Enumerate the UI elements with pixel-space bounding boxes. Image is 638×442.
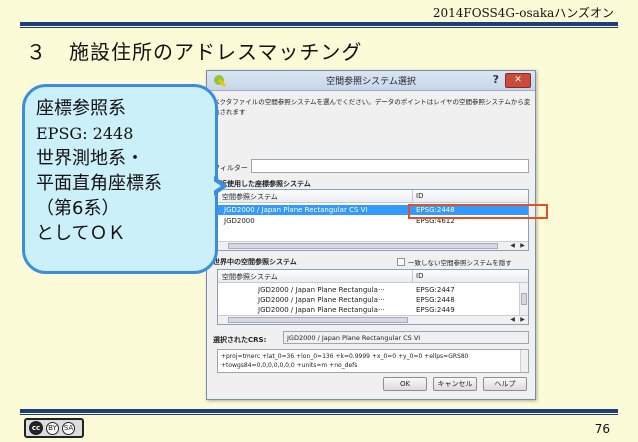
slide-title-text: 施設住所のアドレスマッチング [69,40,363,64]
proj-line: +proj=tmerc +lat_0=36 +lon_0=136 +k=0.99… [221,353,469,360]
world-row-id: EPSG:2449 [416,306,455,314]
footer-rule [20,409,618,413]
crs-selector-dialog: 空間参照システム選択 ? ✕ ベクタファイルの空間参照システムを選んでください。… [206,70,536,400]
dialog-description: ベクタファイルの空間参照システムを選んでください。データのポイントはレイヤの空間… [213,98,531,116]
filter-label: フィルター [213,164,248,172]
ok-button[interactable]: OK [383,377,427,391]
help-button[interactable]: ヘルプ [483,377,527,391]
recent-crs-table[interactable]: 空間参照システム ID JGD2000 / Japan Plane Rectan… [217,189,529,251]
callout-text: 座標参照系 EPSG: 2448 世界測地系・ 平面直角座標系 （第6系） とし… [36,96,162,246]
event-header: 2014FOSS4G-osakaハンズオン [432,6,614,20]
hide-deprecated-label: 一致しない空間参照システムを隠す [408,259,512,267]
world-row-name: JGD2000 / Japan Plane Rectangula··· [258,286,385,294]
cc-icon: cc [29,421,43,435]
filter-input[interactable] [251,159,529,173]
scrollbar-thumb[interactable] [228,243,498,249]
slide-section-number: ３ [26,40,47,64]
world-row[interactable]: JGD2000 / Japan Plane Rectangula··· EPSG… [218,285,528,295]
sa-icon: SA [62,421,75,435]
dialog-titlebar: 空間参照システム選択 ? ✕ [207,71,535,91]
callout-tail-inner [212,180,221,192]
selected-crs-label: 選択されたCRS: [213,336,267,344]
world-row-id: EPSG:2448 [416,296,455,304]
checkbox-box[interactable] [397,258,405,266]
world-crs-table[interactable]: 空間参照システム ID JGD2000 / Japan Plane Rectan… [217,269,529,325]
world-row[interactable]: JGD2000 / Japan Plane Rectangula··· EPSG… [218,305,528,315]
world-row[interactable]: JGD2000 / Japan Plane Rectangula··· EPSG… [218,295,528,305]
world-horizontal-scrollbar[interactable]: ◀ ▶ [218,315,528,324]
world-row-id: EPSG:2447 [416,286,455,294]
help-icon[interactable]: ? [493,73,499,86]
dialog-title: 空間参照システム選択 [326,77,416,87]
world-row-name: JGD2000 / Japan Plane Rectangula··· [258,306,385,314]
scrollbar-thumb[interactable] [228,317,408,323]
callout-line: としてＯＫ [36,223,126,244]
slide-title: ３ 施設住所のアドレスマッチング [26,36,362,65]
scroll-right-icon[interactable]: ▶ [518,316,527,324]
header-rule [20,22,618,26]
cancel-button[interactable]: キャンセル [433,377,477,391]
close-button[interactable]: ✕ [505,73,531,88]
column-separator [412,190,413,203]
callout-line-epsg: EPSG: 2448 [36,124,134,143]
footer-rule-thin [20,414,618,415]
recent-col-crs[interactable]: 空間参照システム [222,192,278,202]
scrollbar-thumb[interactable] [521,293,527,305]
world-table-header: 空間参照システム ID [218,270,528,283]
epsg-highlight-box [408,204,548,219]
column-separator [412,270,413,283]
recent-row-name: JGD2000 / Japan Plane Rectangular CS VI [224,206,368,214]
proj-definition-box[interactable]: +proj=tmerc +lat_0=36 +lon_0=136 +k=0.99… [217,349,529,373]
dialog-button-row: OK キャンセル ヘルプ [383,377,527,391]
by-icon: BY [46,421,59,435]
world-col-crs[interactable]: 空間参照システム [222,272,278,282]
proj-line: +towgs84=0,0,0,0,0,0,0 +units=m +no_defs [221,362,358,369]
callout-line: 世界測地系・ [36,148,144,169]
scroll-left-icon[interactable]: ◀ [508,316,517,324]
slide: 2014FOSS4G-osakaハンズオン ３ 施設住所のアドレスマッチング 空間… [0,0,638,442]
recent-horizontal-scrollbar[interactable]: ◀ ▶ [218,241,528,250]
proj-vertical-scrollbar[interactable] [520,350,528,372]
callout-line: 座標参照系 [36,98,126,119]
world-vertical-scrollbar[interactable] [519,283,528,316]
world-col-id[interactable]: ID [416,272,423,280]
callout-line: （第6系） [36,198,120,219]
header-rule-thin [20,27,618,28]
selected-crs-field: JGD2000 / Japan Plane Rectangular CS VI [283,331,529,344]
world-row-name: JGD2000 / Japan Plane Rectangula··· [258,296,385,304]
scroll-left-icon[interactable]: ◀ [508,242,517,250]
page-number: 76 [594,422,610,436]
recent-table-header: 空間参照システム ID [218,190,528,203]
recent-col-id[interactable]: ID [416,192,423,200]
callout-line: 平面直角座標系 [36,173,162,194]
hide-deprecated-checkbox[interactable]: 一致しない空間参照システムを隠す [397,257,512,267]
recent-row-name: JGD2000 [224,217,255,225]
world-crs-label: 世界中の空間参照システム [213,258,297,266]
scroll-right-icon[interactable]: ▶ [518,242,527,250]
cc-license-badge: cc BY SA [24,418,84,438]
